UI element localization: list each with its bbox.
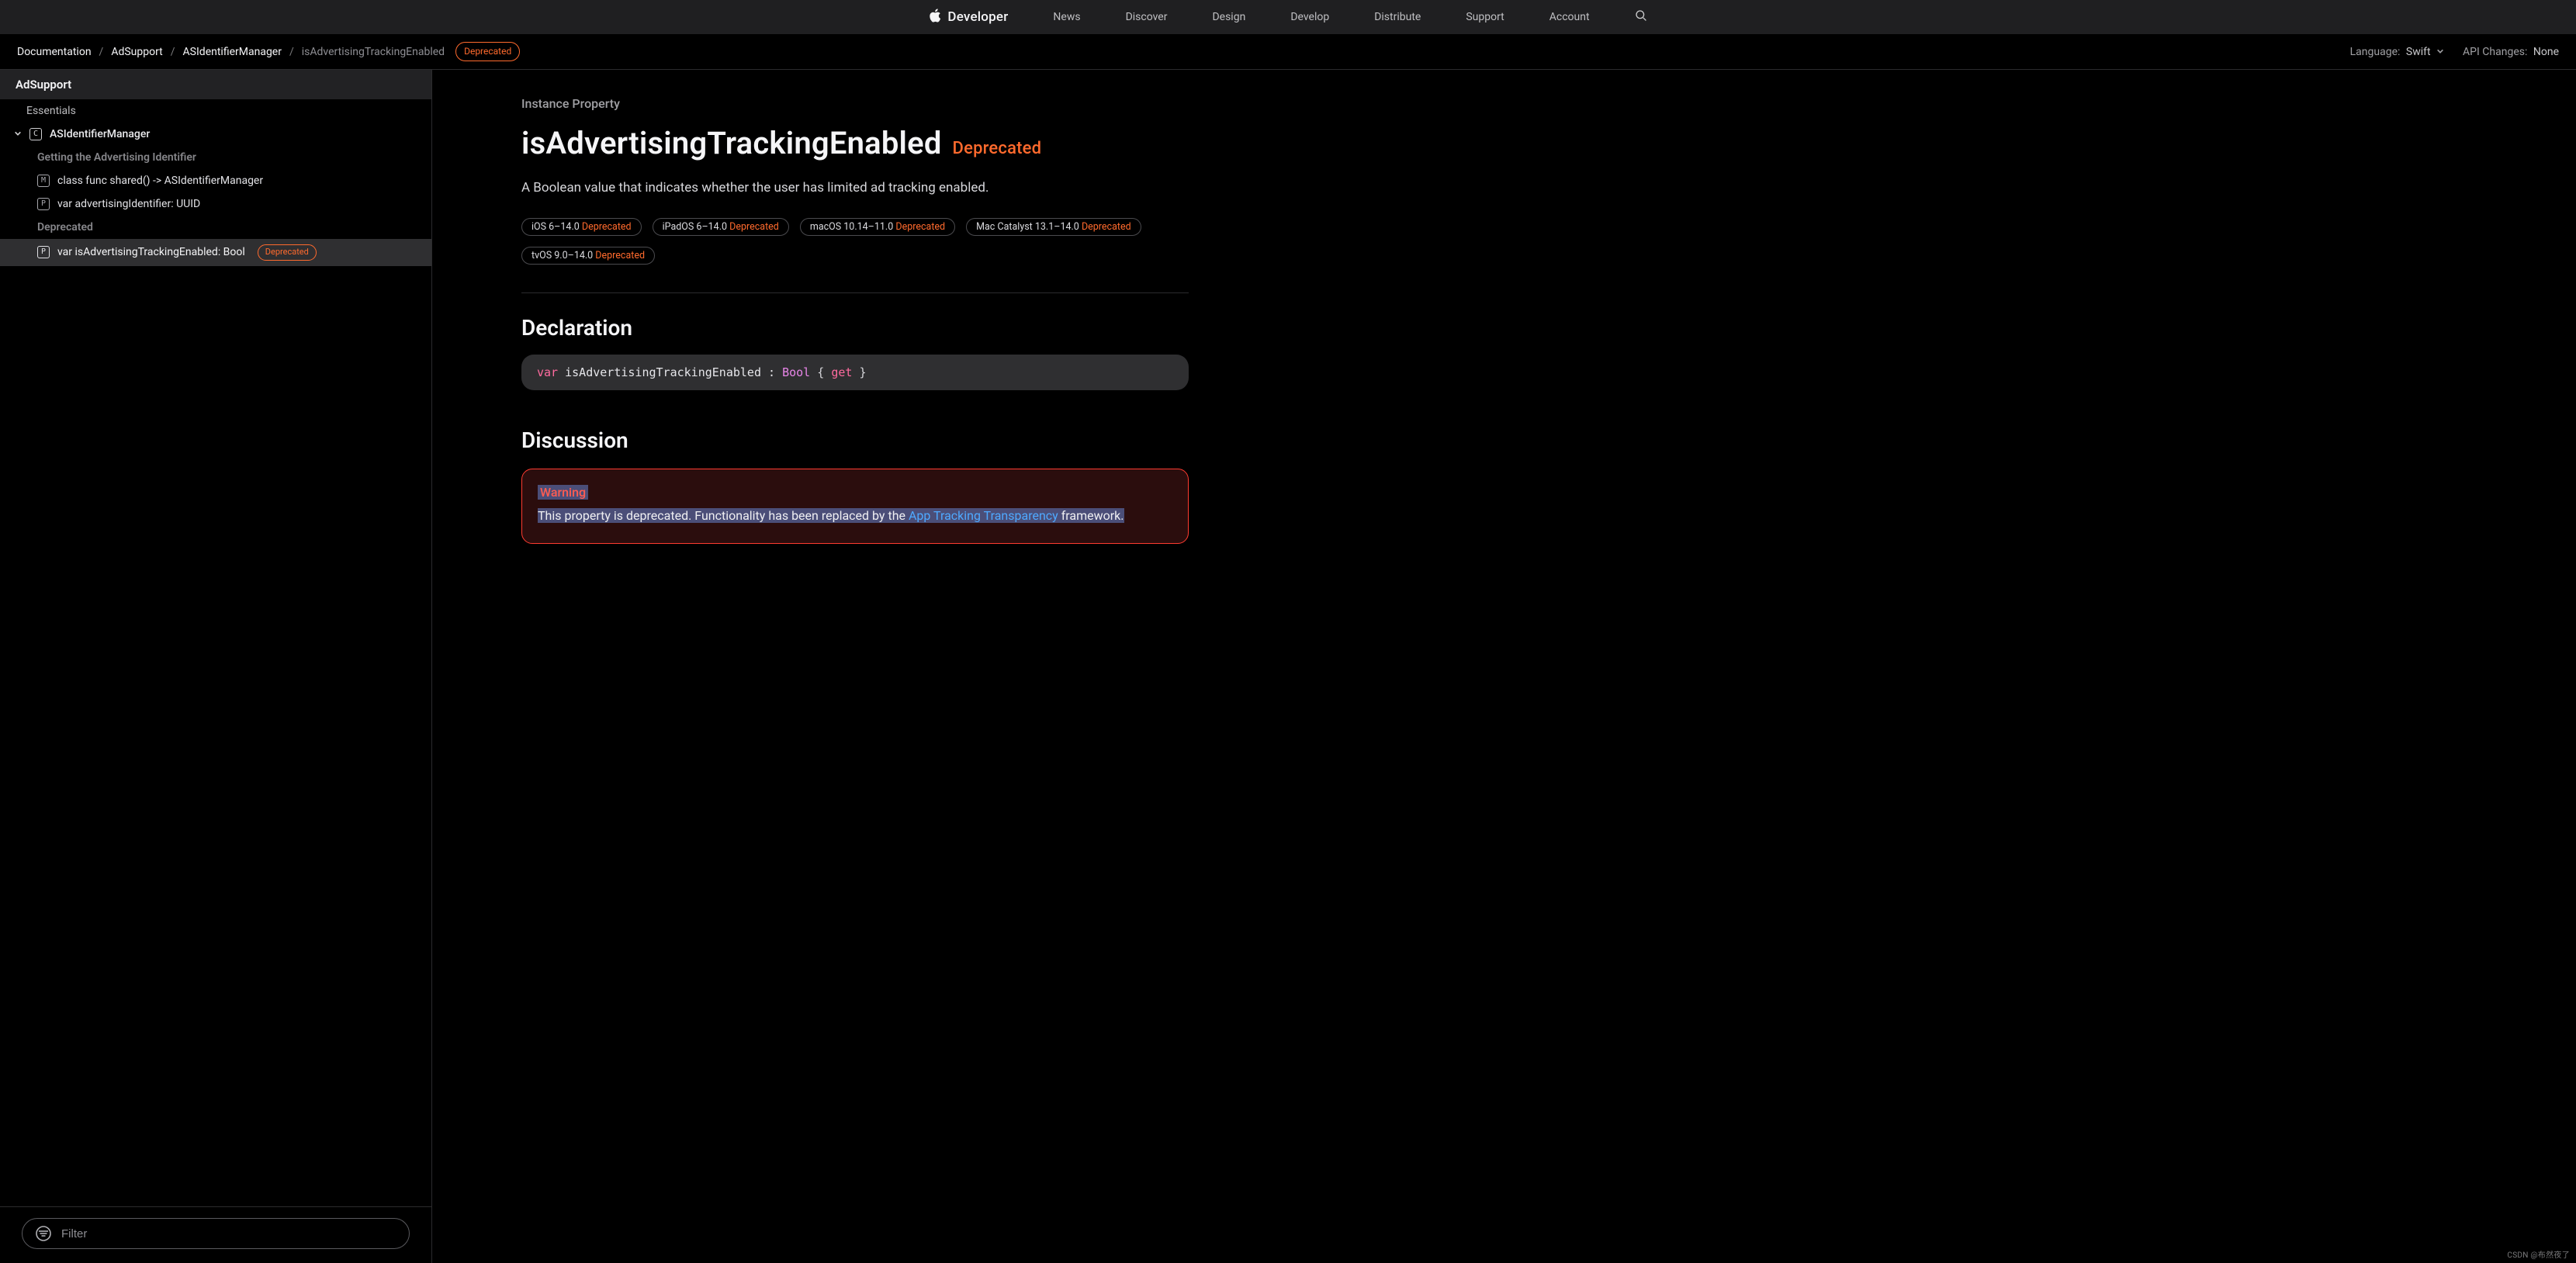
nav-discover[interactable]: Discover <box>1126 11 1168 23</box>
discussion-section: Discussion Warning This property is depr… <box>521 427 1189 545</box>
platform-pill-macos: macOS 10.14–11.0 Deprecated <box>800 218 955 236</box>
pill-os: iPadOS 6–14.0 <box>663 221 727 233</box>
chevron-down-icon <box>14 128 22 140</box>
sidebar-item-label: var isAdvertisingTrackingEnabled: Bool <box>57 246 245 258</box>
code-kw-var: var <box>537 365 558 379</box>
sidebar-scroll[interactable]: AdSupport Essentials C ASIdentifierManag… <box>0 70 431 1206</box>
platform-pill-ios: iOS 6–14.0 Deprecated <box>521 218 642 236</box>
content-inner: Instance Property isAdvertisingTrackingE… <box>521 96 1220 544</box>
nav-design[interactable]: Design <box>1212 11 1245 23</box>
sub-bar-right: Language: Swift API Changes: None <box>2350 46 2559 58</box>
sidebar-item-label: ASIdentifierManager <box>50 128 150 140</box>
language-picker[interactable]: Language: Swift <box>2350 46 2444 58</box>
breadcrumb: Documentation / AdSupport / ASIdentifier… <box>17 42 520 61</box>
class-icon: C <box>29 128 42 140</box>
pill-dep: Deprecated <box>895 221 945 233</box>
method-icon: M <box>37 175 50 187</box>
pill-dep: Deprecated <box>582 221 632 233</box>
pill-dep: Deprecated <box>1082 221 1131 233</box>
code-kw-get: get <box>831 365 852 379</box>
nav-distribute[interactable]: Distribute <box>1374 11 1421 23</box>
warning-box: Warning This property is deprecated. Fun… <box>521 469 1189 545</box>
discussion-heading: Discussion <box>521 427 1189 453</box>
platform-pill-catalyst: Mac Catalyst 13.1–14.0 Deprecated <box>966 218 1141 236</box>
api-changes-label: API Changes: <box>2463 46 2527 58</box>
crumb-asidentifiermanager[interactable]: ASIdentifierManager <box>183 46 282 58</box>
nav-support[interactable]: Support <box>1466 11 1504 23</box>
sidebar-item-essentials[interactable]: Essentials <box>0 99 431 123</box>
content[interactable]: Instance Property isAdvertisingTrackingE… <box>432 70 2576 1263</box>
main-split: AdSupport Essentials C ASIdentifierManag… <box>0 70 2576 1263</box>
top-nav: Developer News Discover Design Develop D… <box>0 0 2576 34</box>
language-label: Language: <box>2350 46 2401 58</box>
pill-os: Mac Catalyst 13.1–14.0 <box>976 221 1079 233</box>
code-colon: : <box>768 365 782 379</box>
brand-text: Developer <box>947 9 1008 25</box>
chevron-down-icon <box>2436 46 2444 58</box>
nav-news[interactable]: News <box>1053 11 1080 23</box>
sub-bar: Documentation / AdSupport / ASIdentifier… <box>0 34 2576 70</box>
filter-box[interactable] <box>22 1218 410 1249</box>
declaration-code: var isAdvertisingTrackingEnabled : Bool … <box>521 355 1189 390</box>
crumb-documentation[interactable]: Documentation <box>17 46 92 58</box>
brand[interactable]: Developer <box>929 9 1008 26</box>
deprecated-badge: Deprecated <box>455 42 520 61</box>
pill-os: macOS 10.14–11.0 <box>810 221 893 233</box>
nav-develop[interactable]: Develop <box>1290 11 1329 23</box>
sidebar-item-label: Essentials <box>26 105 76 117</box>
filter-icon <box>35 1225 52 1242</box>
page-title: isAdvertisingTrackingEnabled Deprecated <box>521 125 1189 161</box>
summary: A Boolean value that indicates whether t… <box>521 178 1189 198</box>
top-nav-inner: Developer News Discover Design Develop D… <box>929 9 1646 26</box>
warning-body-b: framework. <box>1058 508 1124 523</box>
sidebar-item-label: var advertisingIdentifier: UUID <box>57 198 200 210</box>
platform-pill-tvos: tvOS 9.0–14.0 Deprecated <box>521 247 655 265</box>
sidebar-section-deprecated: Deprecated <box>0 216 431 239</box>
pill-dep: Deprecated <box>729 221 779 233</box>
crumb-sep: / <box>289 46 294 58</box>
warning-body-a: This property is deprecated. Functionali… <box>538 508 909 523</box>
crumb-adsupport[interactable]: AdSupport <box>111 46 162 58</box>
sidebar-footer <box>0 1206 431 1263</box>
sidebar-item-shared[interactable]: M class func shared() -> ASIdentifierMan… <box>0 169 431 192</box>
code-open: { <box>817 365 831 379</box>
platform-pill-ipados: iPadOS 6–14.0 Deprecated <box>653 218 789 236</box>
code-name: isAdvertisingTrackingEnabled <box>565 365 761 379</box>
apple-logo-icon <box>929 9 941 26</box>
divider <box>521 292 1189 293</box>
pill-os: tvOS 9.0–14.0 <box>531 250 593 261</box>
sidebar-item-label: class func shared() -> ASIdentifierManag… <box>57 175 263 187</box>
code-close: } <box>859 365 866 379</box>
warning-body: This property is deprecated. Functionali… <box>538 508 1124 523</box>
sidebar-item-asidentifiermanager[interactable]: C ASIdentifierManager <box>0 123 431 146</box>
search-icon[interactable] <box>1635 9 1647 25</box>
warning-title: Warning <box>538 485 588 500</box>
sidebar-section-getting: Getting the Advertising Identifier <box>0 146 431 169</box>
sidebar-title: AdSupport <box>0 70 431 99</box>
property-icon: P <box>37 198 50 210</box>
filter-input[interactable] <box>61 1227 396 1241</box>
pill-os: iOS 6–14.0 <box>531 221 580 233</box>
api-changes-value: None <box>2533 46 2559 58</box>
warning-link[interactable]: App Tracking Transparency <box>909 508 1058 523</box>
platform-pills: iOS 6–14.0 Deprecated iPadOS 6–14.0 Depr… <box>521 218 1189 265</box>
language-value: Swift <box>2406 46 2431 58</box>
code-type: Bool <box>782 365 810 379</box>
deprecated-badge: Deprecated <box>258 244 317 261</box>
declaration-heading: Declaration <box>521 315 1189 341</box>
pill-dep: Deprecated <box>595 250 645 261</box>
title-deprecated: Deprecated <box>953 139 1042 158</box>
nav-account[interactable]: Account <box>1549 11 1590 23</box>
sidebar: AdSupport Essentials C ASIdentifierManag… <box>0 70 432 1263</box>
title-text: isAdvertisingTrackingEnabled <box>521 125 942 161</box>
sidebar-item-advertisingidentifier[interactable]: P var advertisingIdentifier: UUID <box>0 192 431 216</box>
crumb-sep: / <box>171 46 175 58</box>
property-icon: P <box>37 246 50 258</box>
crumb-sep: / <box>99 46 104 58</box>
sidebar-item-isadvertisingtrackingenabled[interactable]: P var isAdvertisingTrackingEnabled: Bool… <box>0 239 431 266</box>
kicker: Instance Property <box>521 96 1189 111</box>
crumb-current: isAdvertisingTrackingEnabled <box>302 46 445 58</box>
api-changes: API Changes: None <box>2463 46 2559 58</box>
